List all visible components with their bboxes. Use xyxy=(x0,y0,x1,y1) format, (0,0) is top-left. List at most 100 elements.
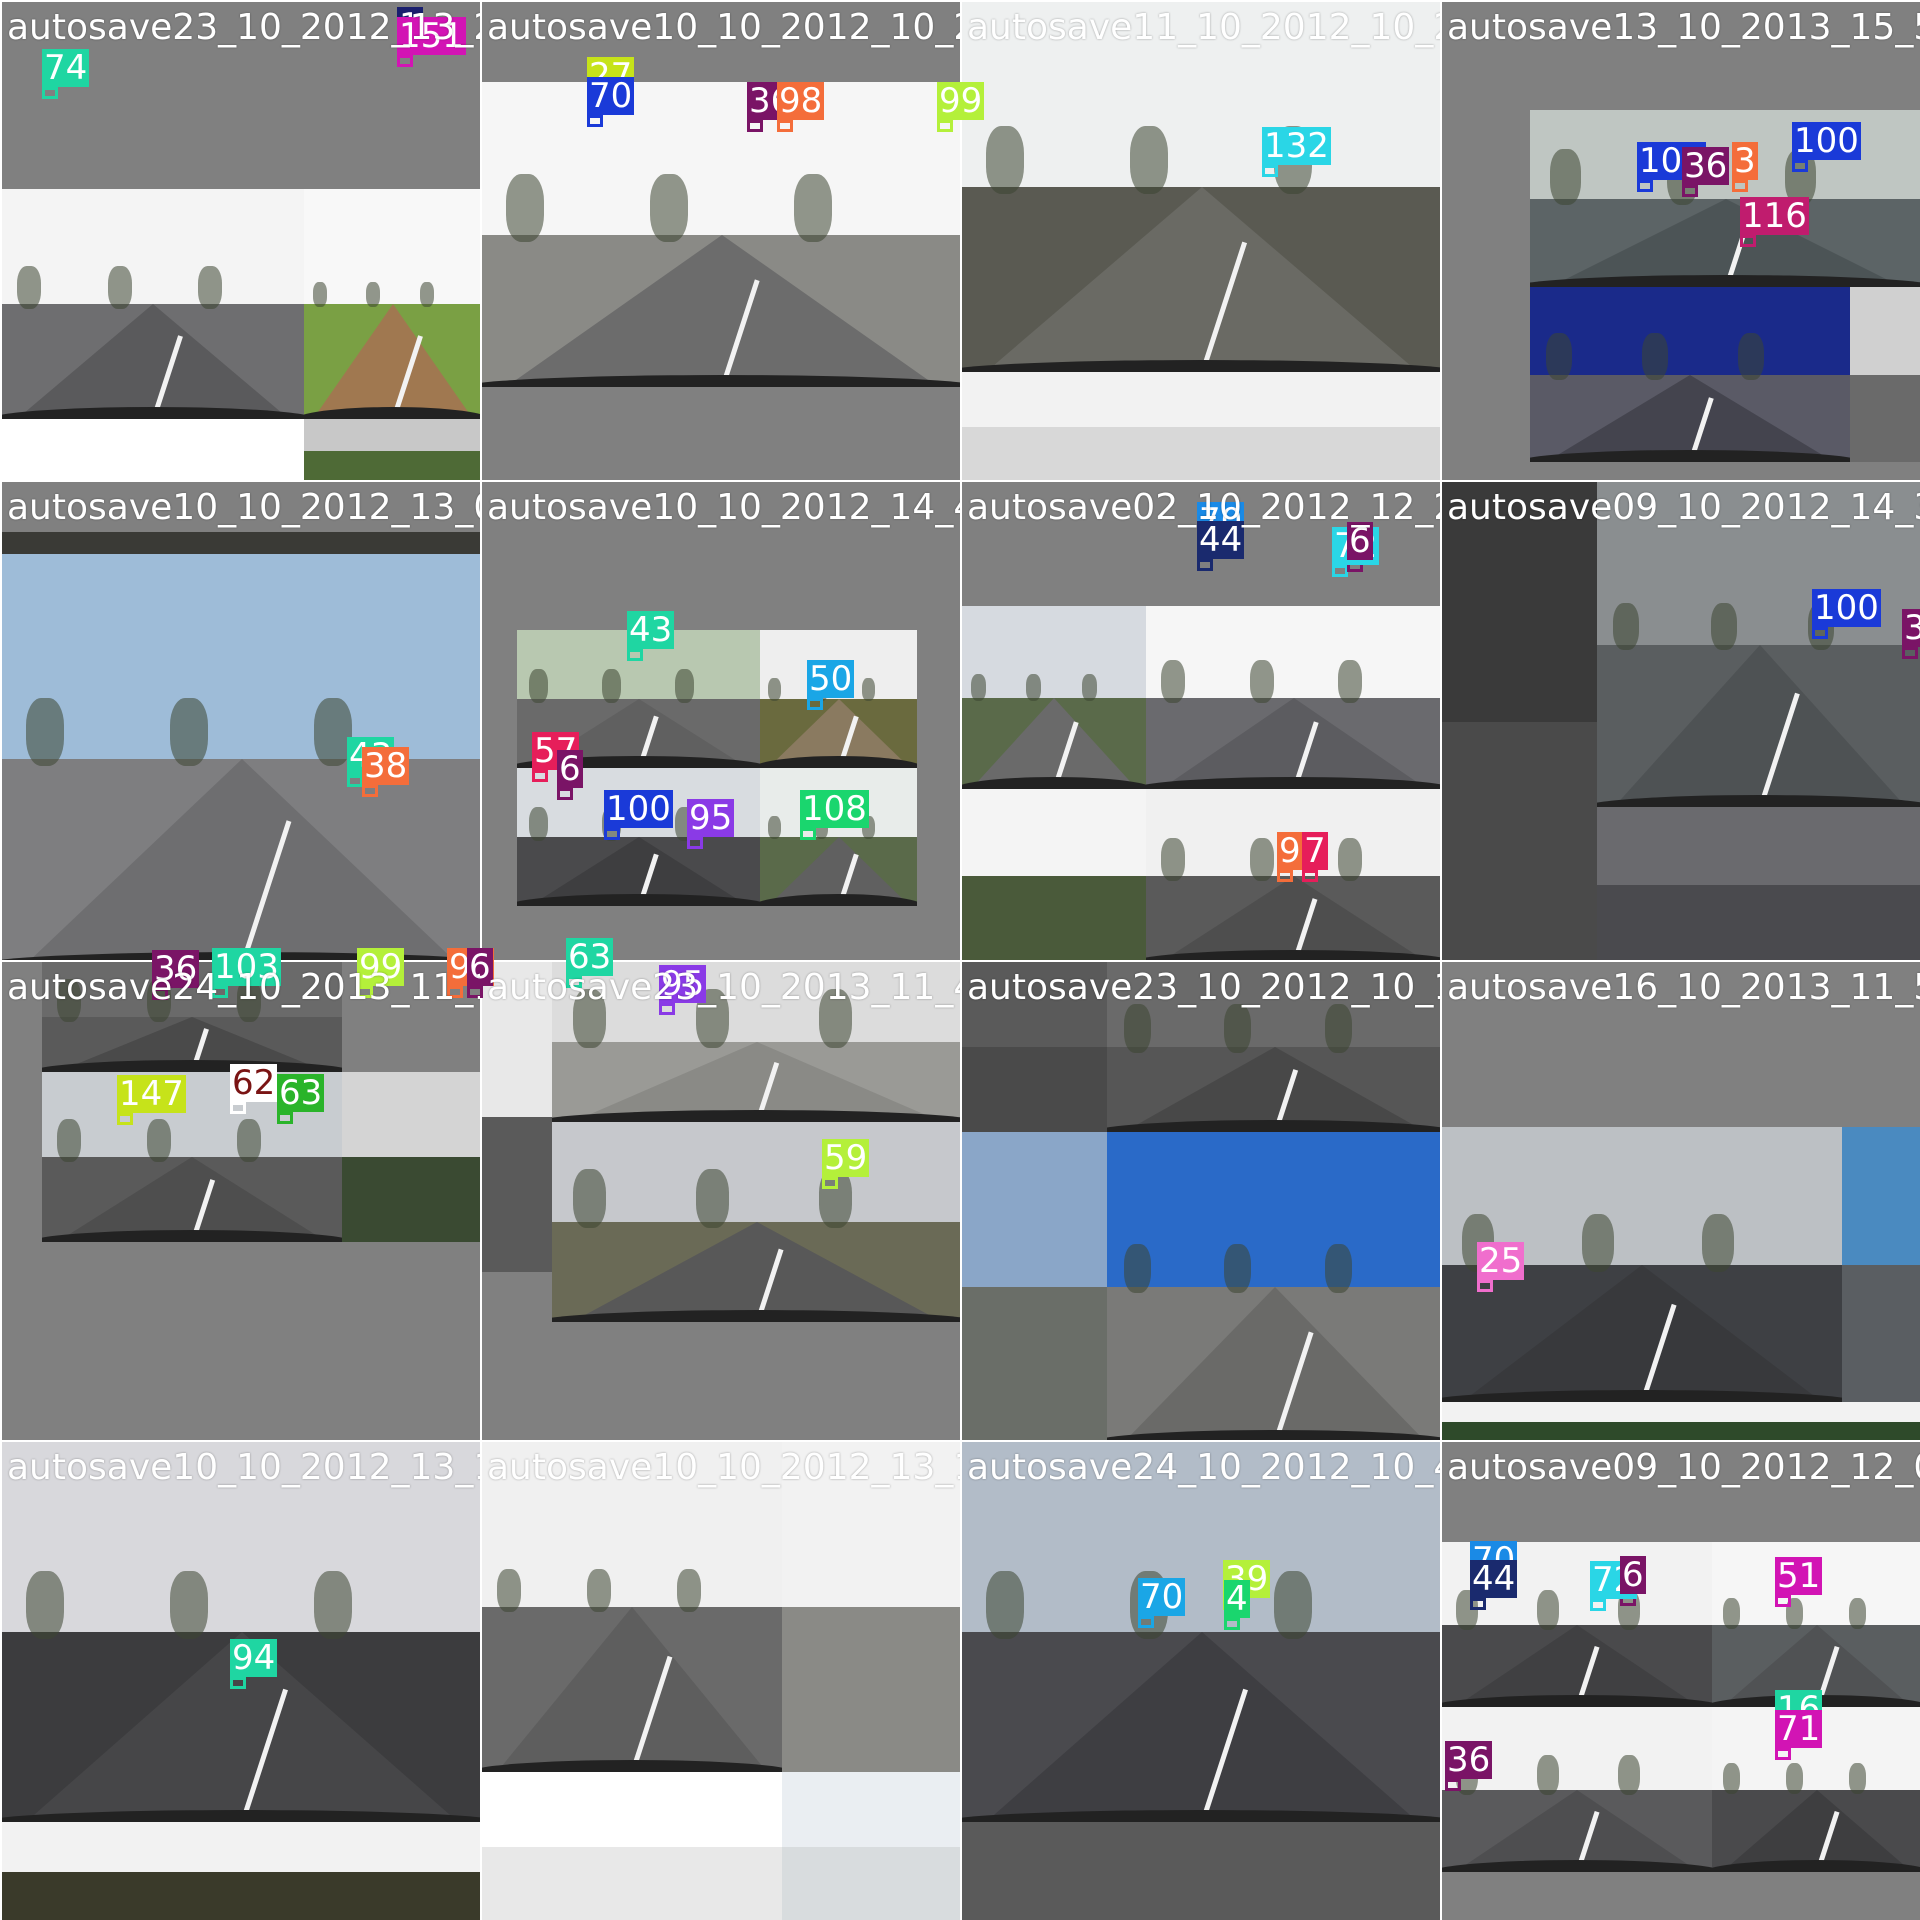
tree xyxy=(1642,333,1668,380)
photo-tile xyxy=(1597,807,1920,960)
ground xyxy=(482,1847,782,1920)
tree xyxy=(1723,1763,1740,1794)
class-label: 4 xyxy=(1224,1579,1250,1619)
tree xyxy=(313,282,327,307)
photo-tile xyxy=(1107,1132,1440,1440)
bounding-box xyxy=(627,649,643,661)
tree xyxy=(1130,126,1168,194)
photo-tile xyxy=(1530,110,1920,287)
sky xyxy=(962,606,1146,698)
tree xyxy=(573,1169,606,1228)
mosaic-cell: autosave10_10_2012_10_26_3_jpg.rf.a0d7 xyxy=(482,2,960,480)
class-label: 50 xyxy=(807,659,855,699)
augmented-mosaic-grid: autosave23_10_2012_13_24_4_jpg.rf.108374… xyxy=(0,0,1920,1920)
cell-title: autosave09_10_2012_12_02 xyxy=(1447,1447,1920,1488)
ground xyxy=(304,451,480,480)
ground xyxy=(962,1287,1107,1440)
bounding-box xyxy=(1477,1280,1493,1292)
class-label: 70 xyxy=(587,76,635,116)
tree xyxy=(1161,838,1185,881)
cell-title: autosave02_10_2012_12_27_45_9_jpg.rf.101… xyxy=(967,487,1440,528)
sky xyxy=(962,1132,1107,1287)
cell-title: autosave16_10_2013_11_55_jpg.rf.0487 xyxy=(1447,967,1920,1008)
bounding-box xyxy=(777,120,793,132)
sky xyxy=(1442,1402,1920,1422)
photo-tile xyxy=(2,1822,480,1920)
photo-tile xyxy=(962,1822,1440,1920)
photo-tile xyxy=(962,606,1146,789)
road xyxy=(1613,645,1906,807)
road xyxy=(506,235,938,387)
sky xyxy=(1107,1132,1440,1287)
ground xyxy=(782,1847,960,1920)
photo-tile xyxy=(304,419,480,480)
photo-tile xyxy=(1842,1127,1920,1402)
tree xyxy=(57,1119,81,1162)
bounding-box xyxy=(807,698,823,710)
cell-title: autosave23_10_2013_11_48_59_9_jpg.rf.104… xyxy=(487,967,960,1008)
class-label: 98 xyxy=(777,81,825,121)
cell-title: autosave10_10_2012_13_14_48_9_jpg.rf.10b… xyxy=(7,1447,480,1488)
class-label: 3 xyxy=(1732,141,1758,181)
bounding-box xyxy=(587,115,603,127)
class-label: 100 xyxy=(1812,588,1881,628)
bounding-box xyxy=(1470,1598,1486,1610)
tree xyxy=(1550,149,1581,205)
sky xyxy=(304,419,480,451)
sky xyxy=(2,419,304,451)
bounding-box xyxy=(1775,1748,1791,1760)
ground xyxy=(962,1047,1107,1132)
tree xyxy=(170,1571,208,1639)
bounding-box xyxy=(1302,870,1318,882)
road xyxy=(971,698,1137,789)
ground xyxy=(962,427,1440,480)
bounding-box xyxy=(1138,1616,1154,1628)
tree xyxy=(1723,1598,1740,1629)
photo-tile xyxy=(962,2,1440,372)
mosaic-cell: autosave09_10_2012_14_35_jpg xyxy=(1442,482,1920,960)
tree xyxy=(986,126,1024,194)
road xyxy=(1550,199,1902,287)
sky xyxy=(962,372,1440,427)
tree xyxy=(1738,333,1764,380)
bounding-box xyxy=(800,828,816,840)
tree xyxy=(986,1571,1024,1639)
bounding-box xyxy=(230,1102,246,1114)
class-label: 132 xyxy=(1262,126,1331,166)
photo-tile xyxy=(1146,789,1440,960)
sky xyxy=(1850,287,1920,375)
tree xyxy=(675,669,694,703)
photo-tile xyxy=(2,189,304,419)
photo-tile xyxy=(962,1442,1440,1822)
class-label: 95 xyxy=(687,798,735,838)
cell-title: autosave10_10_2012_10_26_3_jpg.rf.a0d7 xyxy=(487,7,960,48)
photo-tile xyxy=(1442,1707,1712,1872)
bounding-box xyxy=(747,120,763,132)
class-label: 6 xyxy=(557,749,583,789)
class-label: 100 xyxy=(1792,121,1861,161)
ground xyxy=(1597,885,1920,960)
cell-title: autosave10_10_2012_13_09_14_3_jpg.rf.a98 xyxy=(7,487,480,528)
road xyxy=(1546,375,1834,462)
tree xyxy=(366,282,380,307)
tree xyxy=(1546,333,1572,380)
class-label: 147 xyxy=(117,1074,186,1114)
ground xyxy=(1842,1265,1920,1402)
tree xyxy=(497,1569,521,1612)
tree xyxy=(1250,660,1274,703)
bounding-box xyxy=(1224,1618,1240,1630)
photo-tile xyxy=(1530,287,1850,462)
sky xyxy=(552,1122,960,1222)
ground xyxy=(1850,375,1920,462)
mosaic-cell: autosave24_10_2013_11_11 xyxy=(2,962,480,1440)
tree xyxy=(147,1119,171,1162)
class-label: 94 xyxy=(230,1638,278,1678)
tree xyxy=(677,1569,701,1612)
cell-title: autosave10_10_2012_13_16_28_1_jpg.rf.10b… xyxy=(487,1447,960,1488)
class-label: 74 xyxy=(42,48,90,88)
bounding-box xyxy=(1197,559,1213,571)
tree xyxy=(529,807,548,841)
tree xyxy=(170,698,208,766)
tree xyxy=(314,1571,352,1639)
tree xyxy=(587,1569,611,1612)
